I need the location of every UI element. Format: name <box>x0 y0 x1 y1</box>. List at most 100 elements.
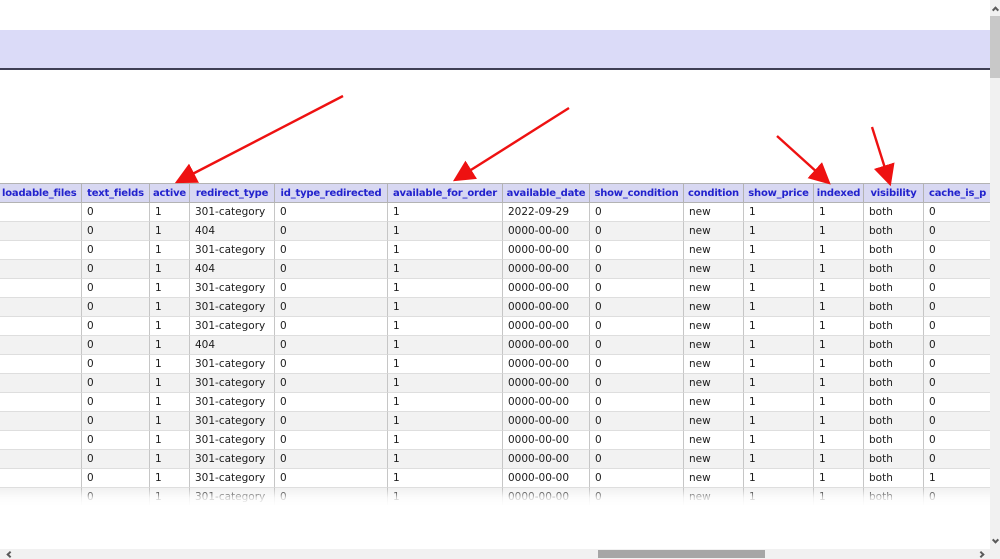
column-header-available_for_order[interactable]: available_for_order <box>388 183 503 203</box>
cell-loadable_files <box>0 298 82 317</box>
cell-visibility: both <box>864 222 924 241</box>
cell-indexed: 1 <box>814 450 864 469</box>
cell-text_fields: 0 <box>82 317 150 336</box>
cell-active: 1 <box>150 317 190 336</box>
column-header-condition[interactable]: condition <box>684 183 744 203</box>
vertical-scrollbar[interactable] <box>990 0 1000 549</box>
cell-visibility: both <box>864 355 924 374</box>
cell-indexed: 1 <box>814 374 864 393</box>
vertical-scrollbar-thumb[interactable] <box>990 16 1000 78</box>
cell-visibility: both <box>864 298 924 317</box>
cell-available_for_order: 1 <box>388 355 503 374</box>
cell-text_fields: 0 <box>82 469 150 488</box>
cell-available_date: 0000-00-00 <box>503 374 590 393</box>
cell-available_date: 0000-00-00 <box>503 279 590 298</box>
cell-available_for_order: 1 <box>388 469 503 488</box>
cell-available_date: 0000-00-00 <box>503 355 590 374</box>
cell-redirect_type: 301-category <box>190 412 275 431</box>
cell-show_price: 1 <box>744 203 814 222</box>
column-header-available_date[interactable]: available_date <box>503 183 590 203</box>
cell-active: 1 <box>150 355 190 374</box>
cell-redirect_type: 301-category <box>190 279 275 298</box>
cell-available_for_order: 1 <box>388 374 503 393</box>
cell-text_fields: 0 <box>82 298 150 317</box>
cell-cache_is_p: 0 <box>924 431 990 450</box>
column-header-show_condition[interactable]: show_condition <box>590 183 684 203</box>
cell-text_fields: 0 <box>82 488 150 505</box>
cell-show_condition: 0 <box>590 222 684 241</box>
cell-show_price: 1 <box>744 355 814 374</box>
cell-available_for_order: 1 <box>388 336 503 355</box>
cell-active: 1 <box>150 374 190 393</box>
cell-available_date: 0000-00-00 <box>503 393 590 412</box>
chevron-left-icon <box>5 550 13 558</box>
column-header-redirect_type[interactable]: redirect_type <box>190 183 275 203</box>
scroll-left-button[interactable] <box>0 549 16 559</box>
cell-show_price: 1 <box>744 450 814 469</box>
horizontal-scrollbar-thumb[interactable] <box>598 550 765 558</box>
column-header-indexed[interactable]: indexed <box>814 183 864 203</box>
cell-loadable_files <box>0 203 82 222</box>
cell-visibility: both <box>864 203 924 222</box>
cell-active: 1 <box>150 431 190 450</box>
cell-visibility: both <box>864 260 924 279</box>
cell-available_for_order: 1 <box>388 241 503 260</box>
cell-active: 1 <box>150 393 190 412</box>
cell-available_for_order: 1 <box>388 279 503 298</box>
table-row: 0 1 301-category 0 1 0000-00-00 0 new 1 1 both 1 <box>0 469 990 488</box>
scroll-right-button[interactable] <box>974 549 990 559</box>
top-banner <box>0 30 990 70</box>
column-header-id_type_redirected[interactable]: id_type_redirected <box>275 183 388 203</box>
cell-condition: new <box>684 450 744 469</box>
cell-show_price: 1 <box>744 336 814 355</box>
horizontal-scrollbar[interactable] <box>0 549 1000 559</box>
column-header-visibility[interactable]: visibility <box>864 183 924 203</box>
table-row: 0 1 301-category 0 1 2022-09-29 0 new 1 1 both 0 <box>0 203 990 222</box>
cell-text_fields: 0 <box>82 355 150 374</box>
column-header-text_fields[interactable]: text_fields <box>82 183 150 203</box>
cell-active: 1 <box>150 241 190 260</box>
cell-text_fields: 0 <box>82 279 150 298</box>
table-row: 0 1 404 0 1 0000-00-00 0 new 1 1 both 0 <box>0 336 990 355</box>
cell-indexed: 1 <box>814 298 864 317</box>
cell-available_for_order: 1 <box>388 203 503 222</box>
cell-redirect_type: 301-category <box>190 355 275 374</box>
column-header-active[interactable]: active <box>150 183 190 203</box>
cell-text_fields: 0 <box>82 203 150 222</box>
cell-id_type_redirected: 0 <box>275 336 388 355</box>
cell-cache_is_p: 0 <box>924 241 990 260</box>
cell-active: 1 <box>150 469 190 488</box>
cell-redirect_type: 404 <box>190 260 275 279</box>
cell-indexed: 1 <box>814 488 864 505</box>
column-header-loadable_files[interactable]: loadable_files <box>0 183 82 203</box>
cell-redirect_type: 301-category <box>190 450 275 469</box>
cell-text_fields: 0 <box>82 241 150 260</box>
table-row: 0 1 301-category 0 1 0000-00-00 0 new 1 1 both 0 <box>0 317 990 336</box>
cell-show_price: 1 <box>744 222 814 241</box>
cell-active: 1 <box>150 488 190 505</box>
cell-loadable_files <box>0 450 82 469</box>
cell-show_condition: 0 <box>590 298 684 317</box>
cell-available_date: 0000-00-00 <box>503 317 590 336</box>
cell-indexed: 1 <box>814 222 864 241</box>
cell-indexed: 1 <box>814 431 864 450</box>
cell-loadable_files <box>0 488 82 505</box>
cell-cache_is_p: 1 <box>924 469 990 488</box>
column-header-cache_is_p[interactable]: cache_is_p <box>924 183 990 203</box>
scroll-up-button[interactable] <box>990 0 1000 16</box>
table-row: 0 1 301-category 0 1 0000-00-00 0 new 1 1 both 0 <box>0 393 990 412</box>
cell-redirect_type: 301-category <box>190 298 275 317</box>
annotation-arrow-active <box>174 94 344 184</box>
cell-text_fields: 0 <box>82 450 150 469</box>
cell-show_condition: 0 <box>590 317 684 336</box>
cell-available_date: 0000-00-00 <box>503 469 590 488</box>
cell-id_type_redirected: 0 <box>275 203 388 222</box>
cell-text_fields: 0 <box>82 222 150 241</box>
cell-loadable_files <box>0 374 82 393</box>
cell-show_condition: 0 <box>590 279 684 298</box>
cell-available_date: 0000-00-00 <box>503 488 590 505</box>
cell-loadable_files <box>0 336 82 355</box>
cell-show_condition: 0 <box>590 469 684 488</box>
scroll-down-button[interactable] <box>990 533 1000 549</box>
column-header-show_price[interactable]: show_price <box>744 183 814 203</box>
